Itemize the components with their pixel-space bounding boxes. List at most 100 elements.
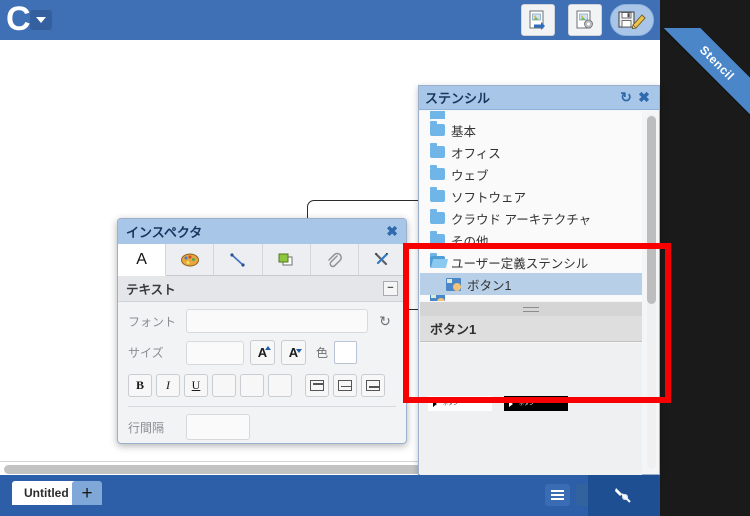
valign-top-icon	[310, 380, 324, 391]
font-size-input[interactable]	[186, 340, 244, 365]
section-title: テキスト	[126, 283, 176, 297]
list-item-label: オフィス	[451, 146, 501, 161]
save-edit-button[interactable]	[610, 4, 654, 36]
list-item-label: ウェブ	[451, 168, 489, 183]
bottom-right-panel	[588, 475, 660, 516]
caret-down-icon	[36, 17, 46, 23]
stencil-item-button1[interactable]: ボタン1	[420, 273, 642, 295]
tools-icon	[375, 252, 389, 265]
folder-icon	[430, 121, 445, 136]
stencil-shape-icon	[430, 295, 445, 301]
list-item-label: その他	[451, 234, 489, 249]
tab-text[interactable]: A	[118, 244, 167, 276]
tab-tools[interactable]	[358, 244, 407, 276]
stencil-preview-item-light[interactable]: ボタン	[428, 396, 492, 411]
close-icon[interactable]: ✖	[386, 223, 398, 240]
bold-button[interactable]: B	[128, 374, 152, 397]
list-item-label: ユーザー定義ステンシル	[451, 256, 589, 271]
line-spacing-label: 行間隔	[128, 420, 165, 435]
list-item[interactable]	[420, 295, 642, 301]
document-tab-untitled[interactable]: Untitled	[12, 481, 81, 505]
tab-fill[interactable]	[166, 244, 215, 276]
hamburger-icon	[551, 488, 564, 502]
valign-bottom-icon	[366, 380, 380, 391]
app-menu-dropdown-button[interactable]	[30, 10, 52, 30]
format-toolbar: B I U	[118, 365, 406, 397]
folder-icon	[430, 209, 445, 224]
size-row: サイズ A A 色	[118, 333, 406, 365]
tab-shape[interactable]	[262, 244, 311, 276]
stencil-item-user-defined[interactable]: ユーザー定義ステンシル	[420, 251, 642, 273]
palette-icon	[180, 253, 199, 266]
stencil-item-other[interactable]: その他	[420, 229, 642, 251]
stencil-tree-list[interactable]: 基本 オフィス ウェブ ソフトウェア クラウド アーキテクチャ その他 ユーザー…	[420, 111, 642, 301]
stencil-shape-icon	[446, 277, 461, 291]
stencil-item-office[interactable]: オフィス	[420, 141, 642, 163]
stencil-panel: ステンシル ↻ ✖ 基本 オフィス ウェブ ソフトウェア クラウド アーキテクチ…	[418, 85, 660, 475]
stencil-item-software[interactable]: ソフトウェア	[420, 185, 642, 207]
collapse-section-button[interactable]: −	[383, 281, 398, 296]
line-spacing-input[interactable]	[186, 414, 250, 440]
folder-icon	[430, 165, 445, 180]
stencil-preview-item-label: ボタン	[443, 401, 459, 407]
triangle-right-icon	[433, 400, 437, 407]
stencil-panel-scroll-thumb[interactable]	[647, 116, 656, 304]
stencil-item-basic[interactable]: 基本	[420, 119, 642, 141]
folder-icon	[430, 143, 445, 158]
image-gear-icon	[576, 10, 593, 29]
text-color-swatch[interactable]	[334, 341, 358, 364]
stencil-preview-item-dark[interactable]: ボタン	[504, 396, 568, 411]
stencil-ribbon-label: Stencil	[696, 42, 738, 84]
top-toolbar: C	[0, 0, 660, 40]
increase-font-size-button[interactable]: A	[250, 340, 275, 365]
font-row: フォント ↻	[118, 302, 406, 333]
inspector-section-text: テキスト −	[118, 276, 406, 302]
triangle-up-icon	[265, 346, 271, 350]
line-icon	[230, 252, 245, 267]
stencil-panel-scrollbar[interactable]	[647, 114, 656, 469]
pen-icon	[614, 488, 631, 503]
valign-middle-button[interactable]	[333, 374, 357, 397]
image-export-icon	[529, 10, 545, 30]
list-item-label: 基本	[451, 124, 477, 139]
stencil-ribbon-tab[interactable]: Stencil	[658, 28, 750, 120]
export-image-button[interactable]	[521, 4, 555, 36]
stencil-item-cloud-architecture[interactable]: クラウド アーキテクチャ	[420, 207, 642, 229]
italic-button[interactable]: I	[156, 374, 180, 397]
inspector-panel: インスペクタ ✖ A テキスト − フォント ↻ サイズ A A 色 B I U…	[117, 218, 407, 444]
align-left-button[interactable]	[212, 374, 236, 397]
pen-tool-button[interactable]	[610, 484, 635, 506]
align-center-button[interactable]	[240, 374, 264, 397]
letter-a-icon: A	[136, 250, 147, 268]
triangle-down-icon	[296, 349, 302, 353]
stencil-panel-splitter[interactable]	[420, 302, 642, 316]
image-settings-button[interactable]	[568, 4, 602, 36]
app-logo: C	[6, 0, 31, 38]
inspector-title: インスペクタ	[126, 225, 203, 240]
list-item[interactable]	[420, 111, 642, 119]
stencil-panel-title: ステンシル	[425, 91, 491, 106]
tab-link[interactable]	[310, 244, 359, 276]
size-label: サイズ	[128, 346, 164, 360]
menu-button[interactable]	[545, 484, 570, 506]
tab-line[interactable]	[214, 244, 263, 276]
underline-button[interactable]: U	[184, 374, 208, 397]
decrease-font-size-button[interactable]: A	[281, 340, 306, 365]
valign-top-button[interactable]	[305, 374, 329, 397]
stencil-item-web[interactable]: ウェブ	[420, 163, 642, 185]
paperclip-icon	[328, 252, 343, 267]
font-select[interactable]	[186, 309, 368, 333]
font-label: フォント	[128, 314, 177, 329]
splitter-grip-icon	[523, 306, 539, 312]
text-color-label: 色	[316, 346, 329, 360]
close-icon[interactable]: ✖	[635, 89, 653, 107]
add-sheet-button[interactable]: +	[72, 481, 102, 505]
align-right-button[interactable]	[268, 374, 292, 397]
folder-icon	[430, 111, 445, 119]
stencil-preview-body[interactable]: ボタン ボタン	[420, 343, 642, 475]
stencil-panel-header: ステンシル ↻ ✖	[419, 86, 659, 110]
shape-icon	[278, 253, 293, 265]
refresh-icon[interactable]: ↻	[617, 89, 635, 107]
valign-bottom-button[interactable]	[361, 374, 385, 397]
refresh-icon[interactable]: ↻	[374, 313, 396, 330]
